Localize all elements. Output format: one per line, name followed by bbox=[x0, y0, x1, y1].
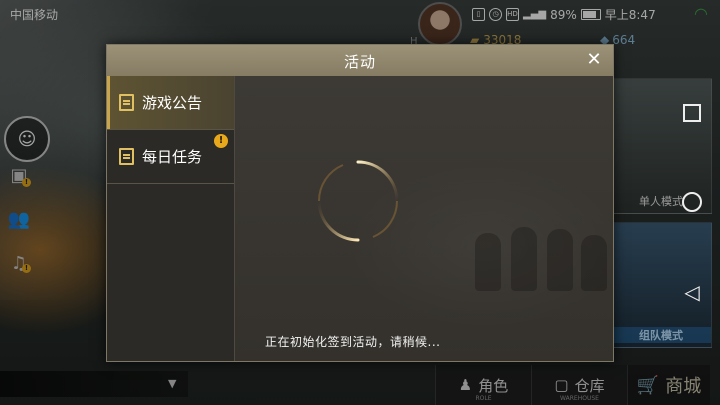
tab-label: 游戏公告 bbox=[142, 94, 203, 112]
recent-apps-button[interactable] bbox=[681, 102, 703, 124]
android-nav-bar: ◁ bbox=[666, 0, 720, 405]
close-icon: ✕ bbox=[586, 49, 602, 70]
tab-daily-tasks[interactable]: 每日任务 ! bbox=[107, 130, 234, 184]
background-figure bbox=[547, 229, 573, 291]
close-button[interactable]: ✕ bbox=[583, 49, 605, 71]
tab-game-announcement[interactable]: 游戏公告 bbox=[107, 76, 234, 130]
tab-label: 每日任务 bbox=[142, 148, 203, 166]
activity-dialog: 活动 ✕ 游戏公告 每日任务 ! 正在初始化签到活动，请稍候... bbox=[106, 44, 614, 362]
background-figure bbox=[581, 235, 607, 291]
dialog-content: 正在初始化签到活动，请稍候... bbox=[235, 76, 613, 361]
document-icon bbox=[119, 94, 134, 111]
background-figure bbox=[511, 227, 537, 291]
dialog-title: 活动 bbox=[343, 53, 376, 71]
home-button[interactable] bbox=[681, 191, 703, 213]
back-triangle-icon: ◁ bbox=[684, 280, 700, 304]
loading-message: 正在初始化签到活动，请稍候... bbox=[265, 335, 441, 349]
dialog-sidebar: 游戏公告 每日任务 ! bbox=[107, 76, 235, 361]
dialog-header: 活动 ✕ bbox=[107, 45, 613, 77]
circle-icon bbox=[682, 192, 702, 212]
square-icon bbox=[683, 104, 701, 122]
loading-spinner bbox=[317, 160, 399, 242]
alert-badge: ! bbox=[214, 134, 228, 148]
background-figure bbox=[475, 233, 501, 291]
back-button[interactable]: ◁ bbox=[681, 280, 703, 304]
document-icon bbox=[119, 148, 134, 165]
